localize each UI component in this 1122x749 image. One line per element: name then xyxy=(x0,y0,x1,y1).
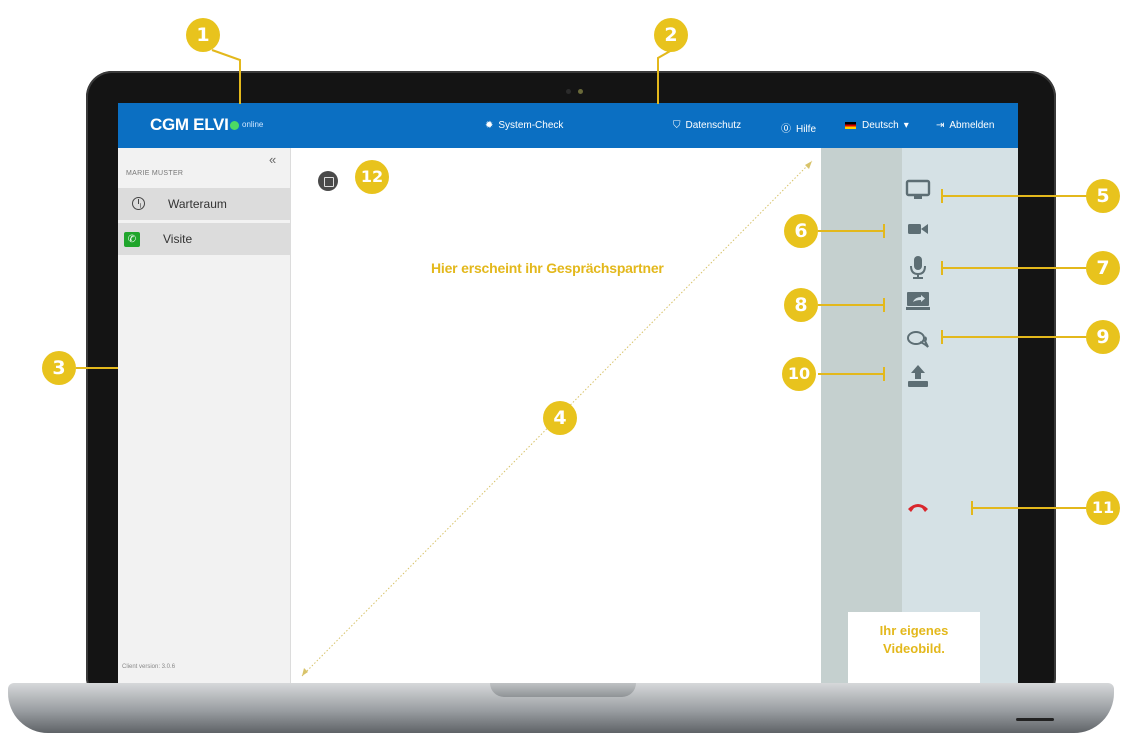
callout-badge-6: 6 xyxy=(784,214,818,248)
callout-badge-5: 5 xyxy=(1086,179,1120,213)
callout-leaders xyxy=(76,49,1088,515)
leader-1 xyxy=(211,49,241,104)
callout-badge-2: 2 xyxy=(654,18,688,52)
callout-badge-1: 1 xyxy=(186,18,220,52)
leader-2 xyxy=(657,49,673,104)
callout-badge-12: 12 xyxy=(355,160,389,194)
callout-badge-7: 7 xyxy=(1086,251,1120,285)
callout-badge-4: 4 xyxy=(543,401,577,435)
callout-badge-10: 10 xyxy=(782,357,816,391)
callout-badge-8: 8 xyxy=(784,288,818,322)
callout-badge-11: 11 xyxy=(1086,491,1120,525)
callout-badge-3: 3 xyxy=(42,351,76,385)
callout-badge-9: 9 xyxy=(1086,320,1120,354)
